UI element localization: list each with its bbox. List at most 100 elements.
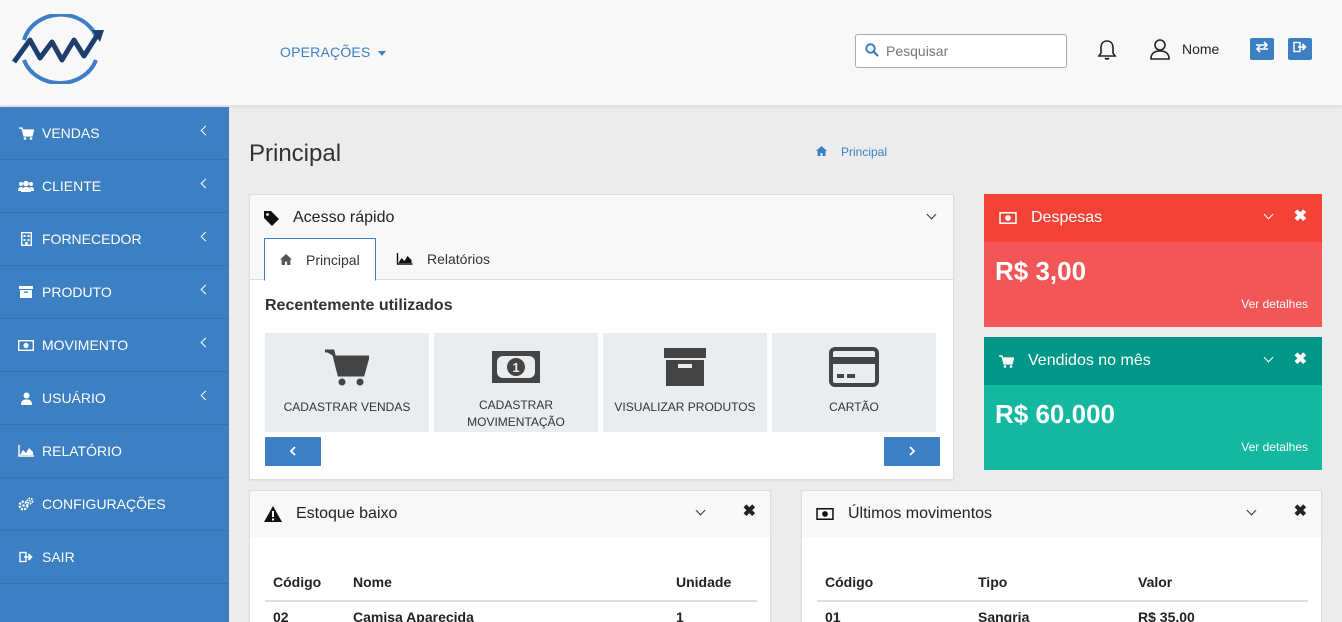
despesas-header: Despesas ✖ <box>984 194 1322 242</box>
gears-icon <box>18 497 34 511</box>
users-icon <box>18 179 34 193</box>
chevron-left-icon <box>200 284 211 295</box>
switch-button[interactable] <box>1250 38 1274 60</box>
tile-cadastrar-vendas[interactable]: CADASTRAR VENDAS <box>265 333 429 432</box>
home-icon[interactable] <box>816 145 827 159</box>
page-title: Principal <box>249 140 342 167</box>
table-row[interactable]: 02 Camisa Aparecida 1 <box>265 601 757 622</box>
tile-label: CADASTRAR VENDAS <box>283 400 411 414</box>
close-icon[interactable]: ✖ <box>1294 209 1307 225</box>
chevron-right-icon <box>908 443 916 461</box>
sign-out-icon <box>1293 40 1307 58</box>
tile-cadastrar-movimentacao[interactable]: 1 CADASTRAR MOVIMENTAÇÃO <box>434 333 598 432</box>
tab-label: Principal <box>306 251 360 268</box>
cart-icon <box>999 354 1014 368</box>
collapse-chevron-icon[interactable] <box>1263 209 1274 220</box>
money-icon <box>18 338 34 352</box>
chevron-left-icon <box>200 178 211 189</box>
sidebar-item-label: PRODUTO <box>42 284 112 300</box>
last-moves-header: Últimos movimentos ✖ <box>802 491 1321 537</box>
vendidos-value: R$ 60.000 <box>995 399 1115 429</box>
sidebar-item-sair[interactable]: SAIR <box>0 531 229 584</box>
chevron-left-icon <box>289 443 297 461</box>
sidebar-item-usuario[interactable]: USUÁRIO <box>0 372 229 425</box>
svg-text:1: 1 <box>512 360 519 375</box>
search-input[interactable] <box>886 41 1056 61</box>
money-icon: 1 <box>491 347 541 387</box>
sidebar-item-vendas[interactable]: VENDAS <box>0 107 229 160</box>
area-chart-icon <box>18 444 34 458</box>
sidebar-item-label: SAIR <box>42 549 75 565</box>
notifications-bell-icon[interactable] <box>1097 39 1117 66</box>
collapse-chevron-icon[interactable] <box>1246 505 1257 516</box>
sign-out-icon <box>18 550 34 564</box>
chevron-left-icon <box>200 337 211 348</box>
table-cell: 02 <box>273 608 289 622</box>
tile-label: CADASTRAR MOVIMENTAÇÃO <box>467 398 565 429</box>
operations-menu[interactable]: OPERAÇÕES <box>280 44 386 60</box>
cart-icon <box>325 347 369 387</box>
archive-icon <box>663 347 707 387</box>
collapse-chevron-icon[interactable] <box>695 505 706 516</box>
tab-principal[interactable]: Principal <box>264 238 376 281</box>
vendidos-title: Vendidos no mês <box>1028 352 1151 369</box>
close-icon[interactable]: ✖ <box>1294 352 1307 368</box>
column-header: Código <box>817 563 970 602</box>
top-navbar: OPERAÇÕES Nome <box>0 0 1342 106</box>
tab-relatorios[interactable]: Relatórios <box>381 238 505 280</box>
carousel-next-button[interactable] <box>884 437 940 466</box>
sidebar-item-cliente[interactable]: CLIENTE <box>0 160 229 213</box>
sidebar-item-label: CONFIGURAÇÕES <box>42 496 166 512</box>
breadcrumb-link[interactable]: Principal <box>841 145 887 159</box>
quick-access-title: Acesso rápido <box>293 209 395 226</box>
sidebar-item-label: FORNECEDOR <box>42 231 142 247</box>
tile-visualizar-produtos[interactable]: VISUALIZAR PRODUTOS <box>603 333 767 432</box>
column-header: Valor <box>1130 563 1308 602</box>
sidebar-item-label: RELATÓRIO <box>42 443 122 459</box>
column-header: Nome <box>345 563 668 602</box>
vendidos-details-link[interactable]: Ver detalhes <box>1241 440 1308 454</box>
user-icon <box>18 391 34 405</box>
despesas-value: R$ 3,00 <box>995 256 1087 286</box>
money-icon <box>999 212 1017 224</box>
tile-label: CARTÃO <box>829 400 879 414</box>
column-header: Tipo <box>970 563 1130 602</box>
brand-logo[interactable] <box>11 12 106 86</box>
table-cell: R$ 35,00 <box>1138 608 1195 622</box>
cart-icon <box>18 126 34 140</box>
column-header: Código <box>265 563 345 602</box>
quick-access-tabs: Principal Relatórios <box>250 238 953 281</box>
vendidos-card: Vendidos no mês ✖ R$ 60.000 Ver detalhes <box>984 337 1322 470</box>
sidebar: VENDAS CLIENTE FORNECEDOR PRODUTO MOVIME… <box>0 107 229 622</box>
carousel-prev-button[interactable] <box>265 437 321 466</box>
sidebar-item-label: USUÁRIO <box>42 390 106 406</box>
sidebar-item-fornecedor[interactable]: FORNECEDOR <box>0 213 229 266</box>
despesas-details-link[interactable]: Ver detalhes <box>1241 297 1308 311</box>
low-stock-table: Código Nome Unidade 02 Camisa Aparecida … <box>265 563 757 622</box>
search-box[interactable] <box>855 34 1067 68</box>
low-stock-panel: Estoque baixo ✖ Código Nome Unidade 02 C… <box>249 490 771 622</box>
last-moves-table: Código Tipo Valor 01 Sangria R$ 35,00 <box>817 563 1308 622</box>
user-icon[interactable] <box>1149 38 1171 65</box>
tag-icon <box>264 210 279 226</box>
close-icon[interactable]: ✖ <box>1294 504 1307 520</box>
user-name[interactable]: Nome <box>1182 41 1219 57</box>
collapse-chevron-icon[interactable] <box>926 209 937 220</box>
collapse-chevron-icon[interactable] <box>1263 352 1274 363</box>
exchange-icon <box>1255 40 1269 58</box>
chevron-left-icon <box>200 390 211 401</box>
table-cell: Camisa Aparecida <box>353 608 474 622</box>
sidebar-item-movimento[interactable]: MOVIMENTO <box>0 319 229 372</box>
operations-menu-label: OPERAÇÕES <box>280 44 371 60</box>
sidebar-item-relatorio[interactable]: RELATÓRIO <box>0 425 229 478</box>
close-icon[interactable]: ✖ <box>743 504 756 520</box>
archive-icon <box>18 285 34 299</box>
sidebar-item-configuracoes[interactable]: CONFIGURAÇÕES <box>0 478 229 531</box>
recent-title: Recentemente utilizados <box>265 297 453 314</box>
last-moves-panel: Últimos movimentos ✖ Código Tipo Valor 0… <box>801 490 1322 622</box>
sidebar-item-produto[interactable]: PRODUTO <box>0 266 229 319</box>
table-cell: 01 <box>825 608 841 622</box>
table-row[interactable]: 01 Sangria R$ 35,00 <box>817 601 1308 622</box>
logout-button[interactable] <box>1288 38 1312 60</box>
tile-cartao[interactable]: CARTÃO <box>772 333 936 432</box>
